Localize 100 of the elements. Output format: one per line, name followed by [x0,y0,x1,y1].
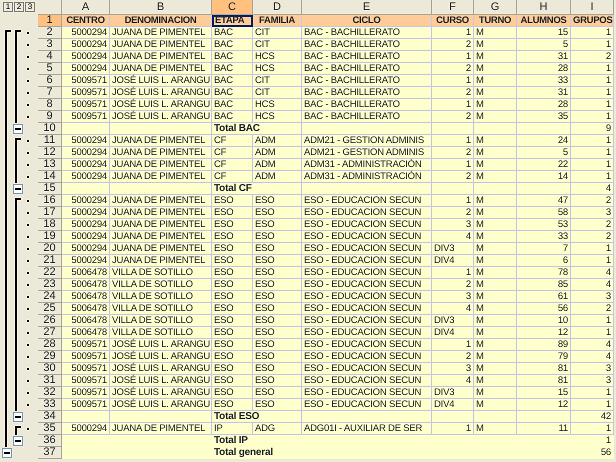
row-header[interactable]: 24 [38,291,62,303]
table-cell [474,123,517,135]
column-header[interactable]: B [110,0,212,15]
table-cell: 5000294 [62,219,110,231]
collapse-button[interactable] [13,436,23,446]
table-cell: 2 [571,195,614,207]
row-header[interactable]: 33 [38,399,62,411]
row-header[interactable]: 29 [38,351,62,363]
row-header[interactable]: 32 [38,387,62,399]
table-cell: 1 [571,159,614,171]
row-header[interactable]: 21 [38,255,62,267]
table-cell: JUANA DE PIMENTEL [110,147,212,159]
row-header[interactable]: 1 [38,15,62,27]
row-header[interactable]: 28 [38,339,62,351]
table-cell: 22 [517,159,571,171]
header-cell: GRUPOS [571,15,614,27]
table-cell: ESO - EDUCACION SECUN [302,207,432,219]
row-header[interactable]: 4 [38,51,62,63]
row-header[interactable]: 30 [38,363,62,375]
row-header[interactable]: 7 [38,87,62,99]
table-cell: 89 [517,339,571,351]
row-header[interactable]: 9 [38,111,62,123]
table-cell: ESO - EDUCACION SECUN [302,243,432,255]
table-cell: 28 [517,63,571,75]
table-cell: CIT [253,39,302,51]
row-header[interactable]: 20 [38,243,62,255]
collapse-button[interactable] [2,448,12,458]
row-header[interactable]: 34 [38,411,62,423]
column-header[interactable]: H [517,0,571,15]
table-cell: VILLA DE SOTILLO [110,303,212,315]
row-header[interactable]: 14 [38,171,62,183]
column-header[interactable]: E [302,0,432,15]
column-header[interactable]: A [62,0,110,15]
table-cell: ESO - EDUCACION SECUN [302,363,432,375]
row-header[interactable]: 3 [38,39,62,51]
table-cell: JUANA DE PIMENTEL [110,207,212,219]
table-cell: ESO [253,327,302,339]
row-header[interactable]: 2 [38,27,62,39]
collapse-button[interactable] [13,124,23,134]
collapse-button[interactable] [13,412,23,422]
row-header[interactable]: 16 [38,195,62,207]
table-cell: 58 [517,207,571,219]
table-cell: CF [212,135,253,147]
table-cell: 1 [432,423,474,435]
row-header[interactable]: 10 [38,123,62,135]
row-header[interactable]: 6 [38,75,62,87]
column-header[interactable]: D [253,0,302,15]
table-cell: ESO [253,363,302,375]
row-header[interactable]: 15 [38,183,62,195]
row-header[interactable]: 36 [38,435,62,447]
row-header[interactable]: 18 [38,219,62,231]
table-cell: 5000294 [62,51,110,63]
row-header[interactable]: 35 [38,423,62,435]
table-cell: ESO [212,207,253,219]
row-header[interactable]: 12 [38,147,62,159]
table-cell: ESO [212,387,253,399]
table-cell: 61 [517,291,571,303]
collapse-button[interactable] [13,184,23,194]
table-cell [474,411,517,423]
table-cell: 1 [571,135,614,147]
row-header[interactable]: 19 [38,231,62,243]
row-header[interactable]: 5 [38,63,62,75]
table-cell: 5000294 [62,39,110,51]
row-header[interactable]: 27 [38,327,62,339]
column-header[interactable]: I [571,0,614,15]
row-header[interactable]: 31 [38,375,62,387]
table-cell: M [474,375,517,387]
table-cell: ESO [212,279,253,291]
table-cell: 1 [432,27,474,39]
table-cell: 4 [432,303,474,315]
row-header[interactable]: 37 [38,447,62,459]
outline-level-button[interactable]: 3 [25,2,35,12]
row-header[interactable]: 11 [38,135,62,147]
table-cell: 5000294 [62,243,110,255]
table-cell: 5006478 [62,303,110,315]
row-header[interactable]: 22 [38,267,62,279]
row-header[interactable]: 17 [38,207,62,219]
column-header[interactable]: F [432,0,474,15]
outline-level-button[interactable]: 1 [3,2,13,12]
row-header[interactable]: 25 [38,303,62,315]
table-cell: 6 [517,255,571,267]
column-header[interactable]: C [212,0,253,15]
table-cell: 2 [432,351,474,363]
table-cell: ADM [253,171,302,183]
table-cell: DIV4 [432,327,474,339]
header-cell: ALUMNOS [517,15,571,27]
row-header[interactable]: 23 [38,279,62,291]
table-cell: 5000294 [62,231,110,243]
table-cell: JOSÉ LUIS L. ARANGU [110,363,212,375]
table-cell: 2 [571,231,614,243]
table-cell: ESO [253,303,302,315]
column-header[interactable]: G [474,0,517,15]
total-label: Total general [212,447,302,459]
table-cell: M [474,267,517,279]
row-header[interactable]: 8 [38,99,62,111]
row-header[interactable]: 26 [38,315,62,327]
table-cell: 5000294 [62,195,110,207]
table-cell: 1 [571,39,614,51]
row-header[interactable]: 13 [38,159,62,171]
outline-level-button[interactable]: 2 [14,2,24,12]
